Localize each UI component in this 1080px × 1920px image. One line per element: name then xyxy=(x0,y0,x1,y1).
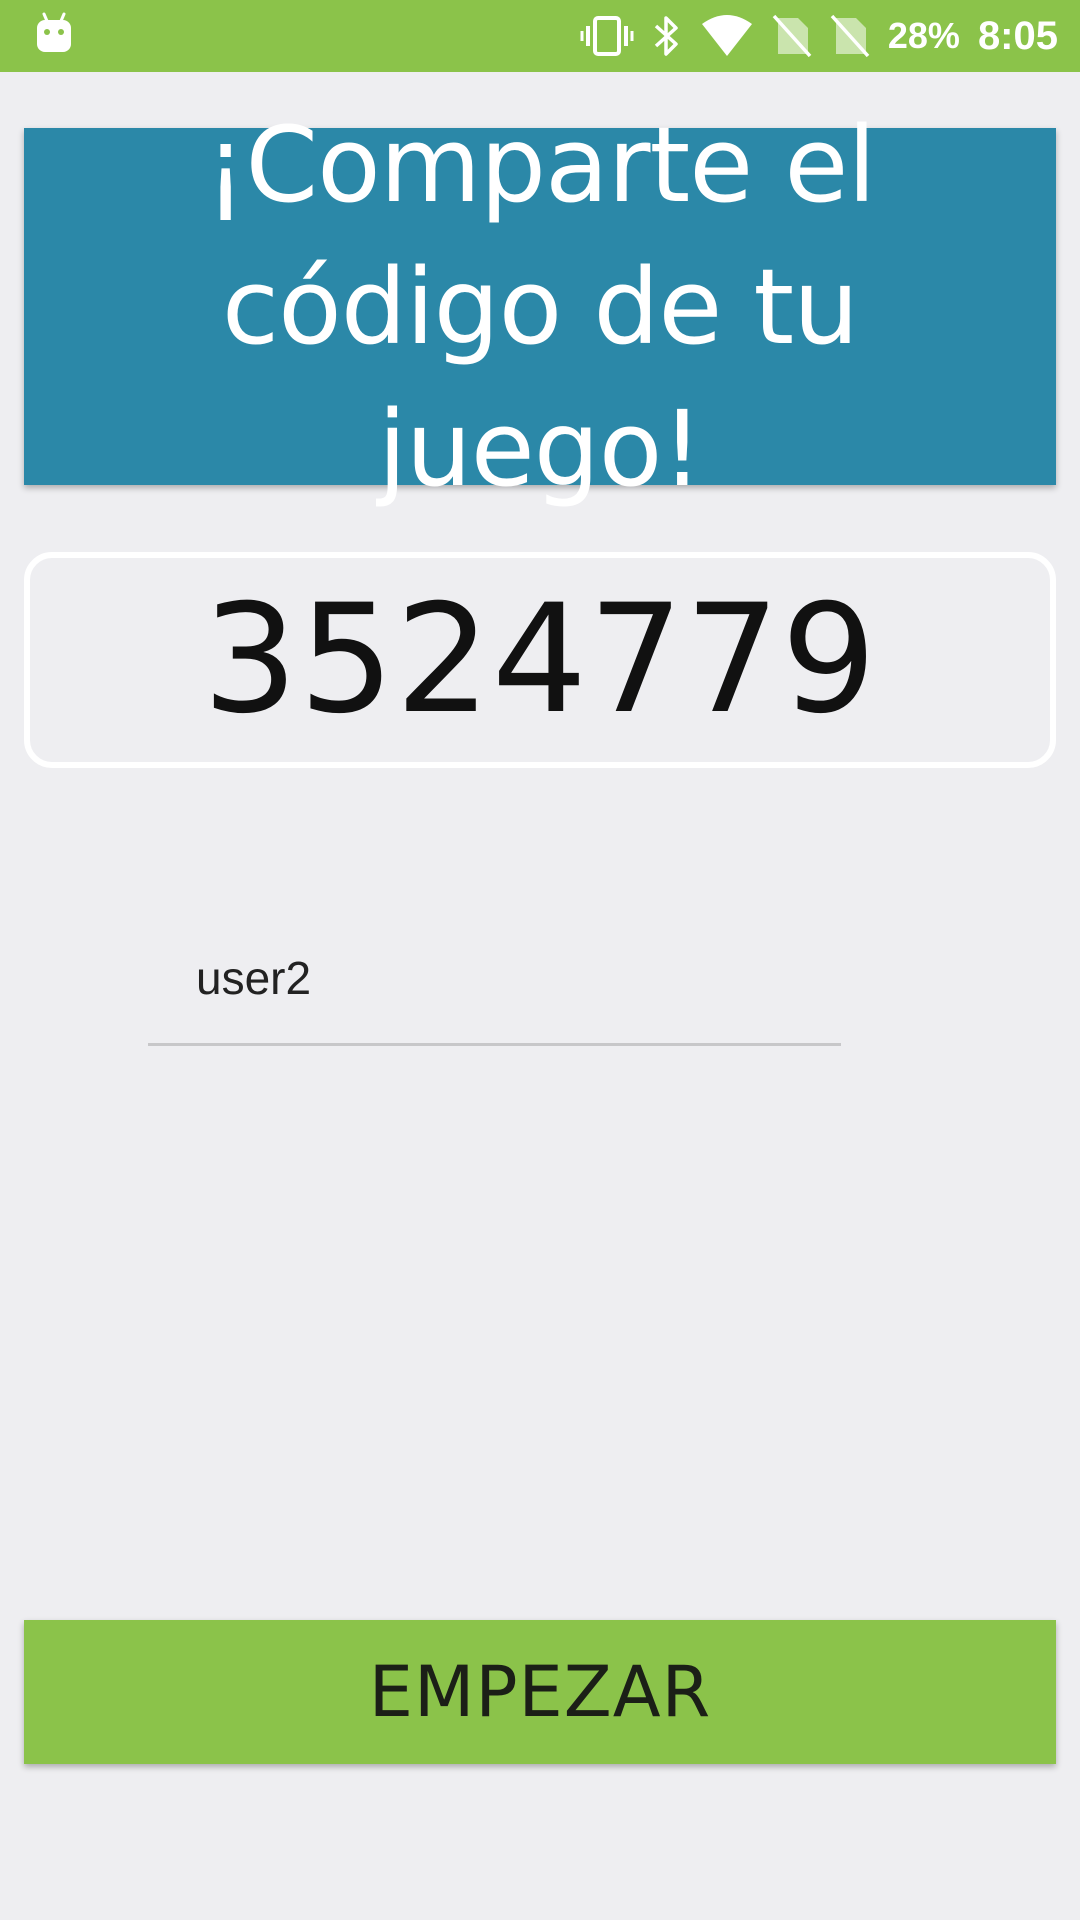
bluetooth-icon xyxy=(652,14,682,58)
no-sim-icon xyxy=(772,14,812,58)
page-title-line1: ¡Comparte el xyxy=(204,103,876,226)
no-sim-icon xyxy=(830,14,870,58)
username-input[interactable] xyxy=(148,930,841,1046)
battery-percent: 28% xyxy=(887,15,960,56)
page-title-line2: código de tu juego! xyxy=(221,245,859,510)
vibrate-icon xyxy=(580,14,634,58)
clock: 8:05 xyxy=(977,13,1058,58)
header-card: ¡Comparte el código de tu juego! xyxy=(24,104,1056,510)
status-bar: 28% 8:05 xyxy=(0,0,1080,72)
page-title: ¡Comparte el código de tu juego! xyxy=(44,94,1036,520)
wifi-icon xyxy=(700,14,754,58)
game-code: 3524779 xyxy=(202,573,878,747)
start-button[interactable]: EMPEZAR xyxy=(24,1620,1056,1764)
game-code-box: 3524779 xyxy=(24,552,1056,768)
status-icons: 28% 8:05 xyxy=(580,0,1058,72)
android-icon xyxy=(34,12,74,56)
